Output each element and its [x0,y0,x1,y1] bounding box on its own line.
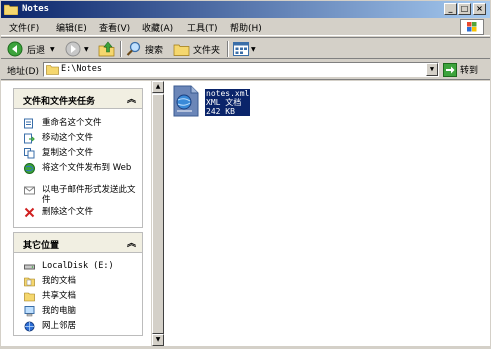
menu-bar: 文件(F) 编辑(E) 查看(V) 收藏(A) 工具(T) 帮助(H) [1,18,490,36]
file-tasks-header[interactable]: 文件和文件夹任务 ︽ [14,89,142,109]
file-type: XML 文档 [206,98,242,107]
views-icon [233,42,249,56]
file-label: notes.xml XML 文档 242 KB [205,89,251,116]
place-my-computer[interactable]: 我的电脑 [14,306,142,321]
xml-file-icon [173,85,199,117]
task-move[interactable]: 移动这个文件 [14,133,142,148]
move-icon [24,133,35,144]
place-shared-documents[interactable]: 共享文档 [14,291,142,306]
file-tasks-title: 文件和文件夹任务 [23,97,96,107]
explorer-window: Notes _ □ × 文件(F) 编辑(E) 查看(V) 收藏(A) 工具(T… [0,0,491,349]
menu-tools[interactable]: 工具(T) [187,21,218,34]
close-button[interactable]: × [473,3,486,15]
go-label: 转到 [460,66,479,76]
task-rename[interactable]: 重命名这个文件 [14,118,142,133]
minimize-button[interactable]: _ [444,3,457,15]
task-move-label: 移动这个文件 [42,133,94,143]
forward-arrow-icon [65,41,81,57]
collapse-icon[interactable]: ︽ [127,236,136,249]
maximize-button[interactable]: □ [458,3,471,15]
email-icon [24,186,35,195]
menu-file[interactable]: 文件(F) [9,21,39,34]
place-my-documents-label: 我的文档 [42,276,77,286]
views-dropdown-icon[interactable]: ▼ [251,46,256,53]
task-delete-label: 删除这个文件 [42,207,94,217]
place-network[interactable]: 网上邻居 [14,321,142,336]
file-size: 242 KB [206,107,235,116]
back-button[interactable]: 后退 ▼ [7,40,55,58]
address-dropdown-icon[interactable]: ▼ [426,63,438,76]
place-local-disk-label: LocalDisk (E:) [42,261,114,271]
task-rename-label: 重命名这个文件 [42,118,102,128]
toolbar-separator [120,41,122,57]
forward-button[interactable]: ▼ [65,40,89,58]
menu-view[interactable]: 查看(V) [99,21,130,34]
task-copy-label: 复制这个文件 [42,148,94,158]
address-bar: 地址(D) E:\Notes ▼ 转到 [1,60,490,80]
my-documents-icon [24,277,35,287]
menu-edit[interactable]: 编辑(E) [56,21,87,34]
task-email[interactable]: 以电子邮件形式发送此文件 [14,185,142,207]
task-delete[interactable]: 删除这个文件 [14,207,142,222]
views-button[interactable]: ▼ [233,40,256,58]
other-places-panel: 其它位置 ︽ LocalDisk (E:) 我的文档 共享文档 我的电脑 网上邻… [13,232,143,336]
up-folder-button[interactable] [98,40,116,58]
place-shared-documents-label: 共享文档 [42,291,77,301]
back-label: 后退 [27,45,46,56]
task-pane: 文件和文件夹任务 ︽ 重命名这个文件 移动这个文件 复制这个文件 将这个文件发布… [1,81,151,346]
file-name: notes.xml [206,89,250,98]
search-button[interactable]: 搜索 [126,40,163,58]
file-item-notes-xml[interactable]: notes.xml XML 文档 242 KB [170,85,280,121]
back-dropdown-icon[interactable]: ▼ [50,46,55,53]
delete-icon [24,207,35,218]
folders-icon [173,44,190,56]
address-input[interactable]: E:\Notes ▼ [43,62,439,77]
collapse-icon[interactable]: ︽ [127,92,136,105]
menu-favorites[interactable]: 收藏(A) [142,21,173,34]
disk-drive-icon [24,264,35,270]
shared-folder-icon [24,292,35,302]
other-places-title: 其它位置 [23,241,60,251]
folders-label: 文件夹 [193,45,221,56]
place-network-label: 网上邻居 [42,321,77,331]
back-arrow-icon [7,41,23,57]
place-my-documents[interactable]: 我的文档 [14,276,142,291]
copy-icon [24,148,35,159]
task-copy[interactable]: 复制这个文件 [14,148,142,163]
toolbar-separator [227,41,229,57]
my-computer-icon [24,306,35,317]
windows-logo-icon [460,19,484,35]
menu-help[interactable]: 帮助(H) [230,21,262,34]
task-publish-web-label: 将这个文件发布到 Web [42,163,132,173]
file-list-pane: notes.xml XML 文档 242 KB [164,81,490,346]
network-places-icon [24,321,35,332]
rename-icon [24,118,33,129]
standard-toolbar: 后退 ▼ ▼ 搜索 文件夹 ▼ [1,37,490,59]
window-title: Notes [22,4,50,14]
task-publish-web[interactable]: 将这个文件发布到 Web [14,163,142,185]
title-bar[interactable]: Notes _ □ × [1,1,490,18]
scroll-down-icon[interactable]: ▼ [152,334,164,346]
folder-icon [46,65,59,75]
place-local-disk[interactable]: LocalDisk (E:) [14,261,142,276]
task-pane-scrollbar[interactable]: ▲ ▼ [151,81,164,346]
other-places-header[interactable]: 其它位置 ︽ [14,233,142,253]
forward-dropdown-icon[interactable]: ▼ [84,46,89,53]
up-folder-icon [98,41,115,57]
scroll-thumb[interactable] [152,94,164,334]
search-label: 搜索 [145,45,164,56]
address-value: E:\Notes [61,64,102,74]
go-arrow-icon [443,62,457,77]
address-label: 地址(D) [7,67,39,77]
search-icon [126,41,141,56]
globe-icon [24,163,35,174]
scroll-up-icon[interactable]: ▲ [152,81,164,93]
place-my-computer-label: 我的电脑 [42,306,77,316]
folder-icon [4,4,18,15]
folders-button[interactable]: 文件夹 [173,40,220,58]
file-tasks-panel: 文件和文件夹任务 ︽ 重命名这个文件 移动这个文件 复制这个文件 将这个文件发布… [13,88,143,228]
task-email-label: 以电子邮件形式发送此文件 [42,185,136,205]
go-button[interactable]: 转到 [443,62,487,77]
